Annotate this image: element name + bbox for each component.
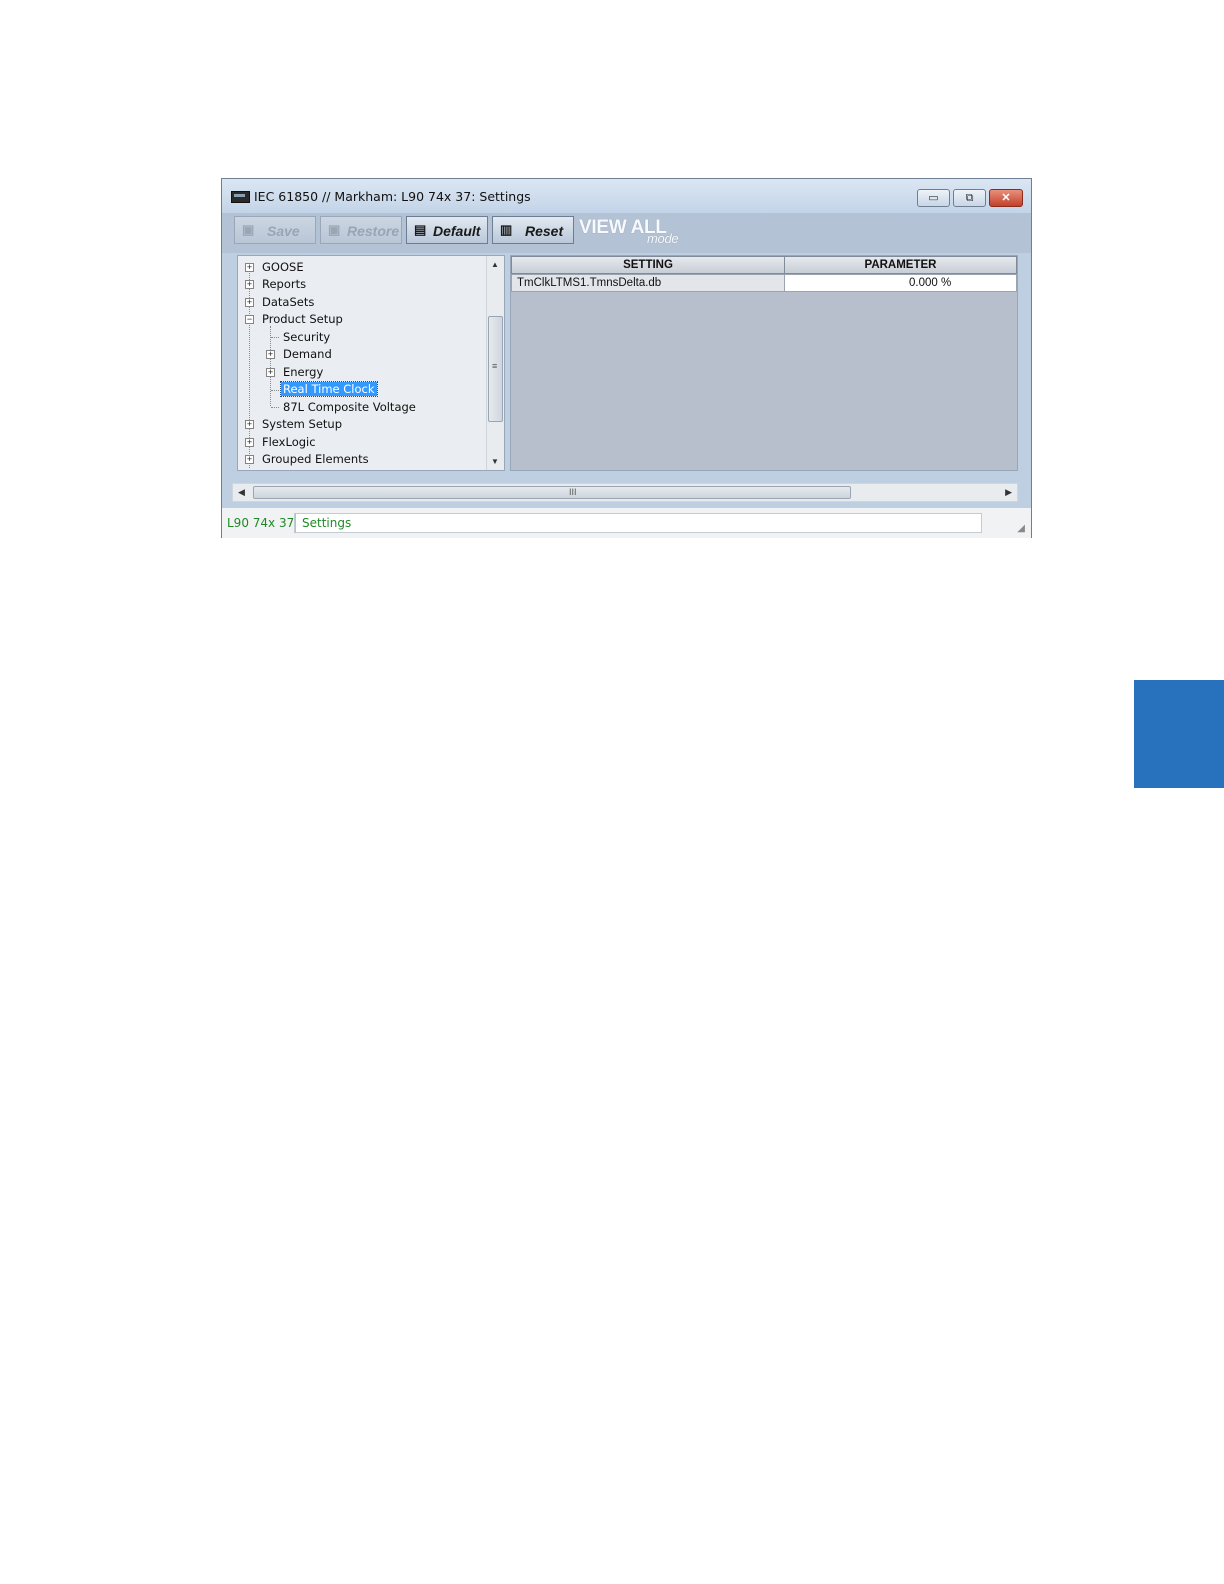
setting-cell: TmClkLTMS1.TmnsDelta.db xyxy=(511,274,785,292)
scroll-grip-icon: ≡ xyxy=(492,361,498,371)
tree-item-reports[interactable]: Reports xyxy=(262,277,306,291)
settings-window: IEC 61850 // Markham: L90 74x 37: Settin… xyxy=(221,178,1032,538)
scroll-down-arrow-icon[interactable]: ▼ xyxy=(491,457,499,466)
tree-item-energy[interactable]: Energy xyxy=(283,365,323,379)
default-label: Default xyxy=(433,223,481,239)
title-bar: IEC 61850 // Markham: L90 74x 37: Settin… xyxy=(222,179,1031,213)
toolbar: ▣ Save ▣ Restore ▤ Default ▥ Reset VIEW … xyxy=(222,213,1031,253)
default-button[interactable]: ▤ Default xyxy=(406,216,488,244)
default-icon: ▤ xyxy=(414,222,427,237)
scroll-up-arrow-icon[interactable]: ▲ xyxy=(491,260,499,269)
status-section: Settings xyxy=(295,513,351,533)
close-button[interactable]: ✕ xyxy=(989,189,1023,207)
reset-icon: ▥ xyxy=(500,222,513,237)
settings-tree[interactable]: + GOOSE + Reports + DataSets − Product S… xyxy=(237,255,505,471)
view-all-mode-label: VIEW ALL mode xyxy=(579,217,679,246)
tree-item-datasets[interactable]: DataSets xyxy=(262,295,314,309)
app-icon xyxy=(231,191,250,203)
tree-item-real-time-clock[interactable]: Real Time Clock xyxy=(280,381,378,397)
tree-item-goose[interactable]: GOOSE xyxy=(262,260,304,274)
maximize-button[interactable]: ⧉ xyxy=(953,189,986,207)
save-label: Save xyxy=(267,223,300,239)
horizontal-scrollbar-thumb[interactable]: III xyxy=(253,486,851,499)
scroll-grip-icon: III xyxy=(569,487,577,497)
reset-label: Reset xyxy=(525,223,564,239)
column-header-parameter[interactable]: PARAMETER xyxy=(784,256,1017,274)
expand-icon[interactable]: + xyxy=(245,298,254,307)
tree-line xyxy=(271,407,279,408)
tree-line xyxy=(270,326,271,406)
resize-grip-icon[interactable]: ◢ xyxy=(1017,523,1025,534)
tree-item-flexlogic[interactable]: FlexLogic xyxy=(262,435,316,449)
tree-line xyxy=(271,337,279,338)
minimize-button[interactable]: ▭ xyxy=(917,189,950,207)
save-icon: ▣ xyxy=(242,222,255,237)
tree-item-system-setup[interactable]: System Setup xyxy=(262,417,342,431)
save-button[interactable]: ▣ Save xyxy=(234,216,316,244)
reset-button[interactable]: ▥ Reset xyxy=(492,216,574,244)
expand-icon[interactable]: + xyxy=(245,438,254,447)
restore-button[interactable]: ▣ Restore xyxy=(320,216,402,244)
status-bar: L90 74x 37 Settings ◢ xyxy=(222,507,1031,538)
tree-item-demand[interactable]: Demand xyxy=(283,347,332,361)
scroll-left-arrow-icon[interactable]: ◀ xyxy=(238,487,245,498)
settings-grid: SETTING PARAMETER TmClkLTMS1.TmnsDelta.d… xyxy=(510,255,1018,471)
tree-item-87l-composite-voltage[interactable]: 87L Composite Voltage xyxy=(283,400,416,414)
tree-item-security[interactable]: Security xyxy=(283,330,330,344)
expand-icon[interactable]: + xyxy=(245,455,254,464)
expand-icon[interactable]: + xyxy=(245,420,254,429)
collapse-icon[interactable]: − xyxy=(245,315,254,324)
expand-icon[interactable]: + xyxy=(245,280,254,289)
tree-item-grouped-elements[interactable]: Grouped Elements xyxy=(262,452,369,466)
status-device-name: L90 74x 37 xyxy=(227,516,295,530)
column-header-setting[interactable]: SETTING xyxy=(511,256,785,274)
expand-icon[interactable]: + xyxy=(266,350,275,359)
restore-icon: ▣ xyxy=(328,222,341,237)
window-title: IEC 61850 // Markham: L90 74x 37: Settin… xyxy=(254,189,531,204)
parameter-value-field[interactable]: 0.000 % xyxy=(784,274,1017,292)
scroll-right-arrow-icon[interactable]: ▶ xyxy=(1005,487,1012,498)
tree-vertical-scrollbar[interactable]: ▲ ≡ ▼ xyxy=(486,256,504,470)
status-field xyxy=(294,513,982,533)
tree-line xyxy=(271,390,279,391)
expand-icon[interactable]: + xyxy=(266,368,275,377)
tree-item-product-setup[interactable]: Product Setup xyxy=(262,312,343,326)
mode-text: mode xyxy=(647,231,679,246)
expand-icon[interactable]: + xyxy=(245,263,254,272)
chapter-tab xyxy=(1134,680,1224,788)
restore-label: Restore xyxy=(347,223,400,239)
horizontal-scrollbar[interactable]: ◀ III ▶ xyxy=(232,483,1018,502)
